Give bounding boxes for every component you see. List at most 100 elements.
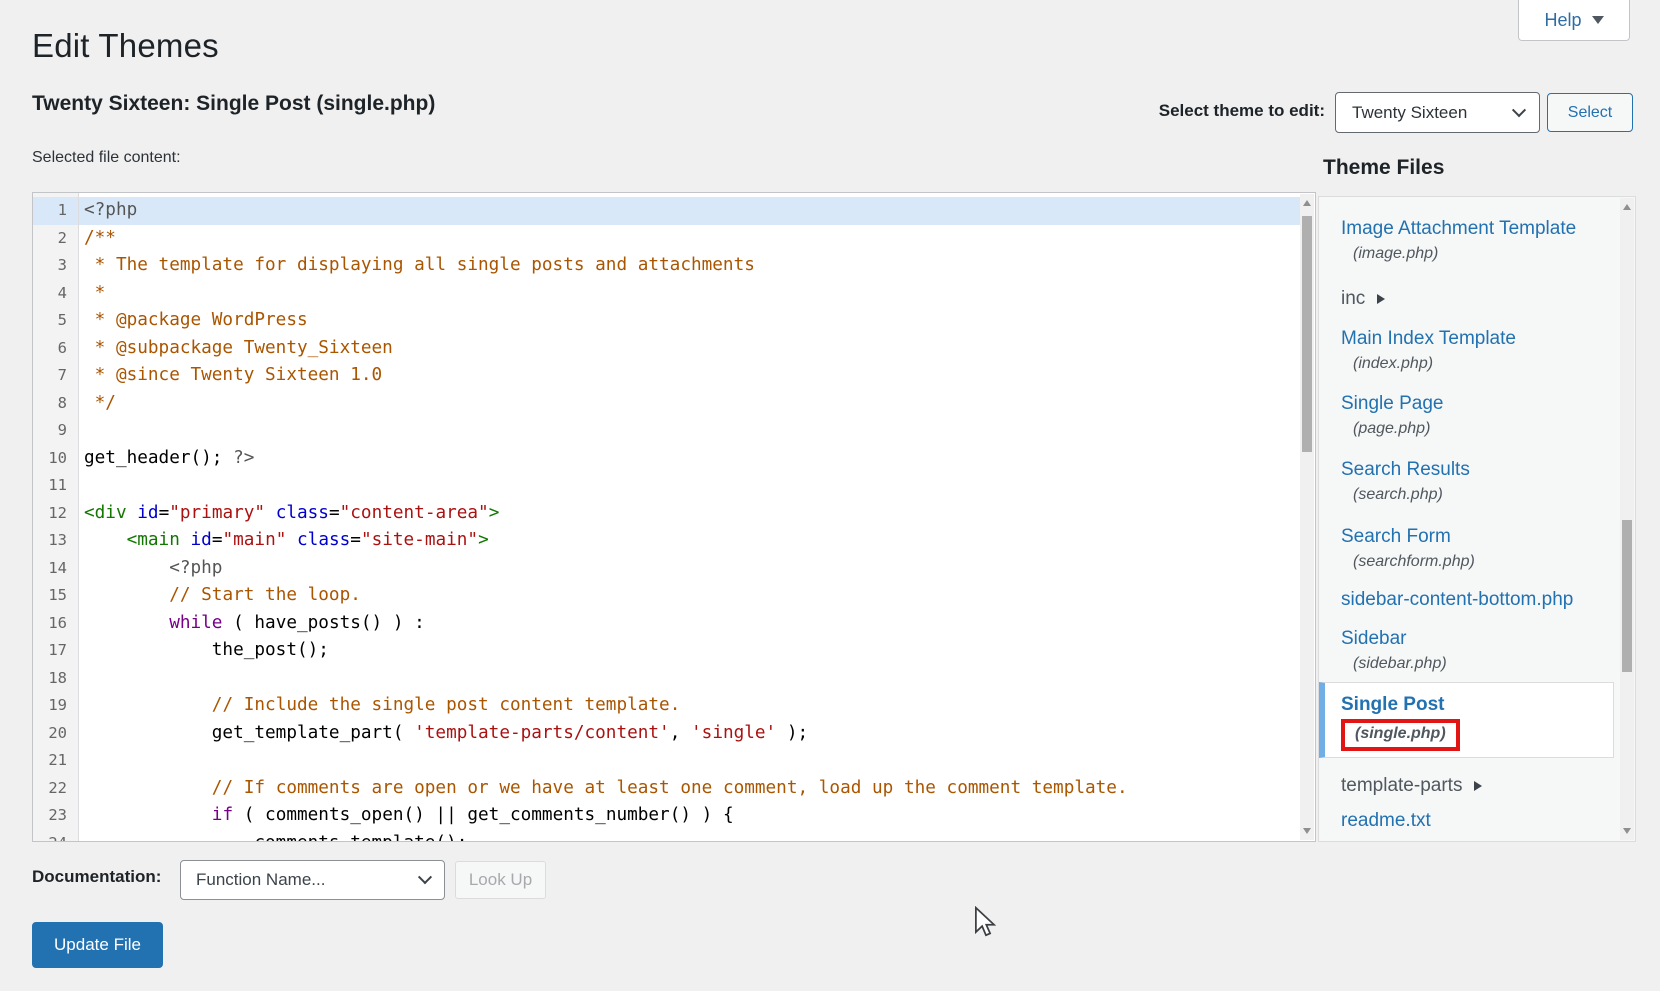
scroll-down-icon[interactable] [1303, 828, 1311, 834]
code-text [79, 472, 1300, 500]
theme-file-item: Image Attachment Template (image.php) [1341, 217, 1620, 264]
line-number: 4 [33, 280, 79, 308]
line-number: 5 [33, 307, 79, 335]
line-number: 13 [33, 527, 79, 555]
code-text: if ( comments_open() || get_comments_num… [79, 802, 1300, 830]
chevron-down-icon [1592, 16, 1604, 24]
code-text: // Include the single post content templ… [79, 692, 1300, 720]
theme-file-link[interactable]: Main Index Template [1341, 327, 1516, 350]
chevron-down-icon [1512, 103, 1526, 117]
theme-file-name: (search.php) [1353, 485, 1620, 505]
folder-label: template-parts [1341, 774, 1462, 797]
code-line[interactable]: 12<div id="primary" class="content-area"… [33, 500, 1300, 528]
theme-file-name: (single.php) [1341, 719, 1613, 751]
theme-file-name: (image.php) [1353, 244, 1620, 264]
code-line[interactable]: 5 * @package WordPress [33, 307, 1300, 335]
code-line[interactable]: 6 * @subpackage Twenty_Sixteen [33, 335, 1300, 363]
update-file-button[interactable]: Update File [32, 922, 163, 968]
code-line[interactable]: 14 <?php [33, 555, 1300, 583]
theme-file-link[interactable]: Single Page [1341, 392, 1443, 415]
code-text: the_post(); [79, 637, 1300, 665]
line-number: 17 [33, 637, 79, 665]
scroll-up-icon[interactable] [1623, 204, 1631, 210]
line-number: 19 [33, 692, 79, 720]
selected-file-content-label: Selected file content: [32, 149, 181, 167]
code-line[interactable]: 22 // If comments are open or we have at… [33, 775, 1300, 803]
theme-file-link[interactable]: Single Post [1341, 693, 1444, 716]
theme-file-link[interactable]: readme.txt [1341, 809, 1431, 832]
code-line[interactable]: 20 get_template_part( 'template-parts/co… [33, 720, 1300, 748]
theme-file-item: Search Form(searchform.php) [1341, 525, 1620, 572]
code-line[interactable]: 13 <main id="main" class="site-main"> [33, 527, 1300, 555]
theme-file-item: Main Index Template (index.php) [1341, 327, 1620, 374]
code-text: * @since Twenty Sixteen 1.0 [79, 362, 1300, 390]
theme-select-dropdown[interactable]: Twenty Sixteen [1335, 92, 1540, 133]
look-up-button[interactable]: Look Up [455, 861, 546, 899]
red-annotation-box: (single.php) [1341, 719, 1460, 751]
theme-file-item: Single Page (page.php) [1341, 392, 1620, 439]
code-text: comments_template(); [79, 830, 1300, 843]
line-number: 3 [33, 252, 79, 280]
code-line[interactable]: 18 [33, 665, 1300, 693]
theme-file-name: (index.php) [1353, 354, 1620, 374]
chevron-down-icon [418, 870, 432, 884]
code-line[interactable]: 15 // Start the loop. [33, 582, 1300, 610]
line-number: 8 [33, 390, 79, 418]
code-line[interactable]: 2/** [33, 225, 1300, 253]
code-line[interactable]: 21 [33, 747, 1300, 775]
editor-scrollbar-thumb[interactable] [1302, 216, 1312, 452]
code-text: */ [79, 390, 1300, 418]
code-line[interactable]: 16 while ( have_posts() ) : [33, 610, 1300, 638]
code-text: * @subpackage Twenty_Sixteen [79, 335, 1300, 363]
code-line[interactable]: 3 * The template for displaying all sing… [33, 252, 1300, 280]
theme-file-link[interactable]: Search Results [1341, 458, 1470, 481]
scroll-up-icon[interactable] [1303, 200, 1311, 206]
theme-file-link[interactable]: Sidebar [1341, 627, 1407, 650]
line-number: 22 [33, 775, 79, 803]
theme-file-item: Sidebar(sidebar.php) [1341, 627, 1620, 674]
code-line[interactable]: 17 the_post(); [33, 637, 1300, 665]
scroll-down-icon[interactable] [1623, 828, 1631, 834]
theme-file-item: readme.txt [1341, 809, 1620, 832]
theme-file-name: (page.php) [1353, 419, 1620, 439]
editor-scrollbar[interactable] [1300, 194, 1314, 840]
line-number: 12 [33, 500, 79, 528]
code-line[interactable]: 11 [33, 472, 1300, 500]
theme-file-link[interactable]: Image Attachment Template [1341, 217, 1576, 240]
code-text: while ( have_posts() ) : [79, 610, 1300, 638]
code-line[interactable]: 4 * [33, 280, 1300, 308]
documentation-select[interactable]: Function Name... [180, 860, 445, 900]
code-line[interactable]: 23 if ( comments_open() || get_comments_… [33, 802, 1300, 830]
sidebar-scrollbar-thumb[interactable] [1622, 520, 1632, 672]
select-theme-button[interactable]: Select [1547, 93, 1633, 132]
page-title: Edit Themes [32, 27, 219, 65]
theme-file-link[interactable]: Search Form [1341, 525, 1451, 548]
code-line[interactable]: 1<?php [33, 197, 1300, 225]
edit-themes-page: Help Edit Themes Twenty Sixteen: Single … [0, 0, 1660, 991]
code-editor[interactable]: 1<?php2/**3 * The template for displayin… [32, 192, 1316, 842]
chevron-right-icon [1377, 294, 1385, 304]
help-tab[interactable]: Help [1518, 0, 1630, 41]
select-theme-label: Select theme to edit: [1159, 101, 1325, 121]
theme-folder-template-parts[interactable]: template-parts [1341, 774, 1620, 797]
code-line[interactable]: 10get_header(); ?> [33, 445, 1300, 473]
theme-file-item: sidebar-content-bottom.php [1341, 588, 1620, 611]
theme-file-item: Single Post (single.php) [1319, 682, 1614, 758]
code-line[interactable]: 24 comments_template(); [33, 830, 1300, 843]
code-line[interactable]: 8 */ [33, 390, 1300, 418]
help-label: Help [1544, 10, 1581, 31]
sidebar-scrollbar[interactable] [1620, 198, 1634, 840]
theme-file-link[interactable]: sidebar-content-bottom.php [1341, 588, 1573, 611]
code-text: // If comments are open or we have at le… [79, 775, 1300, 803]
code-line[interactable]: 7 * @since Twenty Sixteen 1.0 [33, 362, 1300, 390]
line-number: 14 [33, 555, 79, 583]
code-line[interactable]: 19 // Include the single post content te… [33, 692, 1300, 720]
documentation-label: Documentation: [32, 867, 161, 887]
theme-folder-inc[interactable]: inc [1341, 287, 1620, 310]
line-number: 16 [33, 610, 79, 638]
code-line[interactable]: 9 [33, 417, 1300, 445]
code-text: * The template for displaying all single… [79, 252, 1300, 280]
line-number: 24 [33, 830, 79, 843]
theme-files-heading: Theme Files [1323, 156, 1444, 180]
code-text: /** [79, 225, 1300, 253]
